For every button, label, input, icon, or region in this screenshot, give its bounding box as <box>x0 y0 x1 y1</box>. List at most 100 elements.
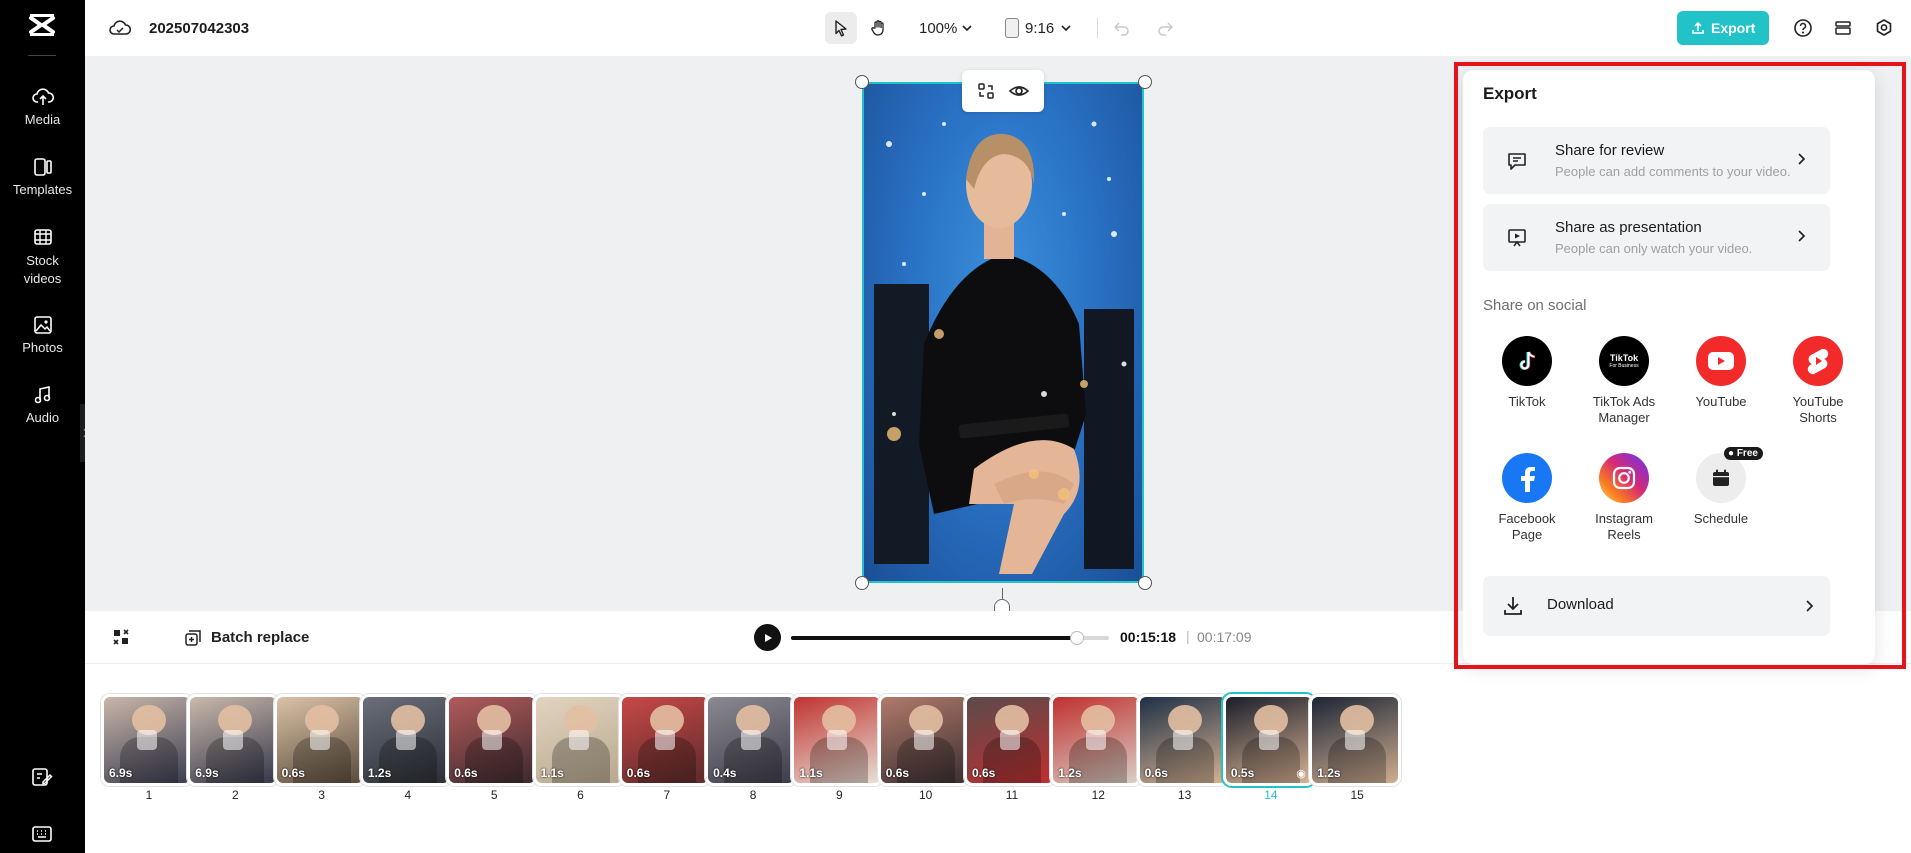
clip-thumbnail[interactable]: 0.5s ◉ <box>1222 694 1315 786</box>
resize-handle-top-left[interactable] <box>855 75 869 89</box>
keyboard-shortcuts-icon[interactable] <box>30 822 54 846</box>
templates-icon <box>33 158 52 176</box>
free-badge-label: Free <box>1736 448 1758 459</box>
resize-handle-bottom-left[interactable] <box>855 576 869 590</box>
playback-scrubber[interactable] <box>791 631 1109 645</box>
share-youtube-shorts-button[interactable]: YouTube Shorts <box>1773 336 1863 426</box>
scrubber-knob[interactable] <box>1070 631 1084 645</box>
eye-icon[interactable] <box>1008 81 1030 101</box>
share-for-review-button[interactable]: Share for review People can add comments… <box>1483 127 1830 194</box>
aspect-ratio-dropdown[interactable]: 9:16 <box>1005 18 1072 38</box>
calendar-icon: ● Free <box>1696 447 1763 503</box>
youtube-shorts-label-line1: YouTube <box>1792 394 1844 409</box>
clip-thumbnail[interactable]: 6.9s <box>187 694 280 786</box>
replace-clip-icon[interactable] <box>741 730 762 750</box>
clip-thumbnail[interactable]: 6.9s <box>101 694 193 786</box>
sidebar-item-label: Audio <box>25 410 60 425</box>
replace-clip-icon[interactable] <box>654 730 675 750</box>
resize-handle-top-right[interactable] <box>1138 75 1152 89</box>
replace-clip-icon[interactable] <box>568 730 589 750</box>
clip-thumbnail[interactable]: 0.6s <box>618 694 711 786</box>
clip-thumbnail[interactable]: 1.2s <box>1309 694 1402 786</box>
clip-thumbnail[interactable]: 1.1s <box>532 694 625 786</box>
share-facebook-page-button[interactable]: Facebook Page <box>1482 453 1572 543</box>
replace-clip-icon[interactable] <box>137 730 157 750</box>
clip-number: 1 <box>145 788 153 802</box>
sidebar-item-templates[interactable]: Templates <box>0 156 85 197</box>
hand-icon <box>871 20 884 36</box>
clip-thumbnail[interactable]: 1.2s <box>359 694 452 786</box>
undo-icon <box>1113 22 1129 36</box>
clip-thumbnail[interactable]: 1.2s <box>1050 694 1143 786</box>
feedback-edit-icon[interactable] <box>30 765 54 789</box>
clip-duration: 0.6s <box>454 766 478 780</box>
eye-icon[interactable]: ◉ <box>1296 767 1306 780</box>
share-presentation-subtitle: People can only watch your video. <box>1555 241 1753 256</box>
batch-replace-button[interactable]: Batch replace <box>183 611 309 664</box>
redo-icon <box>1158 22 1174 36</box>
export-panel-title: Export <box>1483 84 1537 103</box>
sidebar-item-stock-videos[interactable]: Stock videos <box>0 226 85 288</box>
facebook-label-line2: Page <box>1511 527 1543 542</box>
layers-button[interactable] <box>1833 0 1853 56</box>
share-presentation-title: Share as presentation <box>1555 219 1702 236</box>
clip-duration: 0.4s <box>713 766 737 780</box>
replace-clip-icon[interactable] <box>1258 730 1279 750</box>
resize-handle-bottom-right[interactable] <box>1138 576 1152 590</box>
replace-clip-icon[interactable] <box>1000 730 1020 750</box>
tiktok-ads-label-line1: TikTok Ads <box>1592 394 1656 409</box>
redo-button[interactable] <box>1156 0 1174 56</box>
share-tiktok-button[interactable]: TikTok <box>1482 336 1572 410</box>
sidebar-item-label: Templates <box>12 182 73 197</box>
play-icon <box>764 633 772 642</box>
cloud-sync-icon[interactable] <box>109 0 131 56</box>
download-button[interactable]: Download <box>1483 576 1830 636</box>
share-instagram-reels-button[interactable]: Instagram Reels <box>1579 453 1669 543</box>
help-button[interactable] <box>1793 0 1813 56</box>
clip-number: 7 <box>663 788 671 802</box>
replace-clip-icon[interactable] <box>1172 730 1193 750</box>
share-as-presentation-button[interactable]: Share as presentation People can only wa… <box>1483 204 1830 271</box>
replace-icon[interactable] <box>976 81 996 101</box>
replace-clip-icon[interactable] <box>1345 730 1366 750</box>
replace-clip-icon[interactable] <box>309 730 330 750</box>
tiktok-ads-logo-text: TikTok <box>1609 353 1639 363</box>
clip-thumbnail[interactable]: 0.4s <box>705 694 798 786</box>
zoom-dropdown[interactable]: 100% <box>919 20 973 37</box>
hand-tool-button[interactable] <box>863 12 895 44</box>
replace-clip-icon[interactable] <box>482 730 503 750</box>
sidebar-item-audio[interactable]: Audio <box>0 384 85 425</box>
share-youtube-button[interactable]: YouTube <box>1676 336 1766 410</box>
instagram-label: Instagram Reels <box>1579 511 1669 543</box>
clip-thumbnail[interactable]: 0.6s <box>1136 694 1229 786</box>
undo-button[interactable] <box>1113 0 1131 56</box>
batch-replace-label: Batch replace <box>211 629 310 646</box>
rotate-handle[interactable] <box>994 599 1010 611</box>
project-title[interactable]: 202507042303 <box>149 20 249 37</box>
smart-tools-icon[interactable] <box>111 627 131 652</box>
schedule-post-button[interactable]: ● Free Schedule <box>1676 447 1766 527</box>
clip-duration: 1.2s <box>1317 766 1341 780</box>
export-button[interactable]: Export <box>1677 11 1770 45</box>
clip-thumbnail[interactable]: 0.6s <box>446 694 539 786</box>
video-preview[interactable] <box>862 82 1144 583</box>
clip-thumbnail[interactable]: 1.1s <box>791 694 884 786</box>
play-button[interactable] <box>754 624 781 651</box>
replace-clip-icon[interactable] <box>223 730 244 750</box>
capcut-logo-icon[interactable] <box>27 10 57 40</box>
replace-clip-icon[interactable] <box>827 730 848 750</box>
music-note-icon <box>34 386 50 404</box>
clip-thumbnail[interactable]: 0.6s <box>273 694 366 786</box>
settings-button[interactable] <box>1874 0 1894 56</box>
replace-clip-icon[interactable] <box>1086 730 1107 750</box>
clip-thumbnail[interactable]: 0.6s <box>877 694 970 786</box>
clip-thumbnail[interactable]: 0.6s <box>964 694 1056 786</box>
sidebar-item-photos[interactable]: Photos <box>0 314 85 355</box>
time-separator: | <box>1186 628 1190 644</box>
clip-number: 15 <box>1350 788 1364 802</box>
sidebar-item-media[interactable]: Media <box>0 86 85 127</box>
replace-clip-icon[interactable] <box>913 730 934 750</box>
select-tool-button[interactable] <box>825 12 857 44</box>
replace-clip-icon[interactable] <box>395 730 416 750</box>
share-tiktok-ads-manager-button[interactable]: TikTok For Business TikTok Ads Manager <box>1579 336 1669 426</box>
